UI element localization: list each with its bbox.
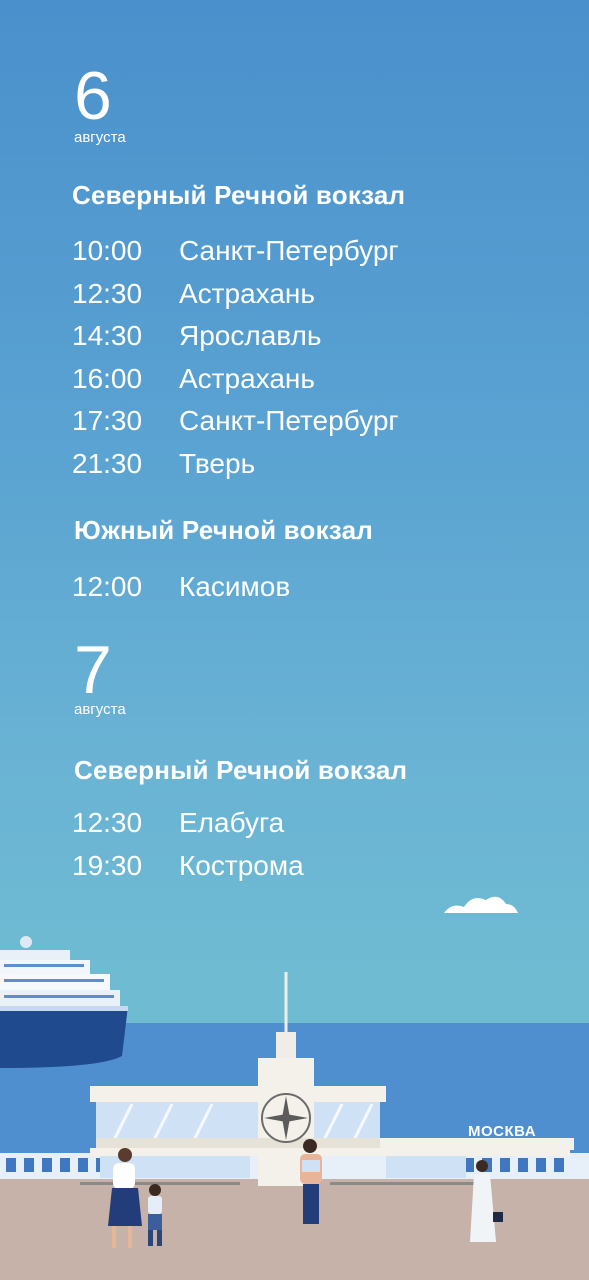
departure-time: 10:00 [72, 235, 143, 266]
departure-destination: Астрахань [179, 363, 315, 394]
departure-destination: Кострома [179, 850, 304, 881]
station-title: Южный Речной вокзал [74, 515, 373, 545]
departure-time: 16:00 [72, 363, 143, 394]
departure-time: 21:30 [72, 448, 143, 479]
departure-time: 17:30 [72, 405, 143, 436]
day-number: 6 [74, 58, 112, 134]
month-label: августа [74, 701, 126, 718]
departure-destination: Ярославль [179, 320, 322, 351]
departure-destination: Касимов [179, 571, 291, 602]
departure-destination: Астрахань [179, 278, 315, 309]
departure-destination: Санкт-Петербург [179, 235, 399, 266]
cloud-icon [444, 896, 518, 913]
departure-destination: Санкт-Петербург [179, 405, 399, 436]
moscow-logo: МОСКВА [468, 1123, 537, 1140]
station-title: Северный Речной вокзал [74, 755, 408, 785]
departure-destination: Елабуга [179, 807, 285, 838]
departure-time: 12:30 [72, 278, 143, 309]
month-label: августа [74, 129, 126, 146]
departure-time: 12:00 [72, 571, 143, 602]
ground [0, 1179, 589, 1280]
departure-time: 19:30 [72, 850, 143, 881]
scene-svg [0, 896, 589, 1280]
cruise-ship-icon [0, 936, 128, 1068]
station-title: Северный Речной вокзал [72, 180, 406, 210]
compass-rose-icon [261, 1093, 311, 1143]
day-number: 7 [74, 632, 112, 708]
departure-destination: Тверь [179, 448, 256, 479]
departure-time: 14:30 [72, 320, 143, 351]
river-station-illustration: МОСКВА [0, 880, 589, 1280]
departure-time: 12:30 [72, 807, 143, 838]
